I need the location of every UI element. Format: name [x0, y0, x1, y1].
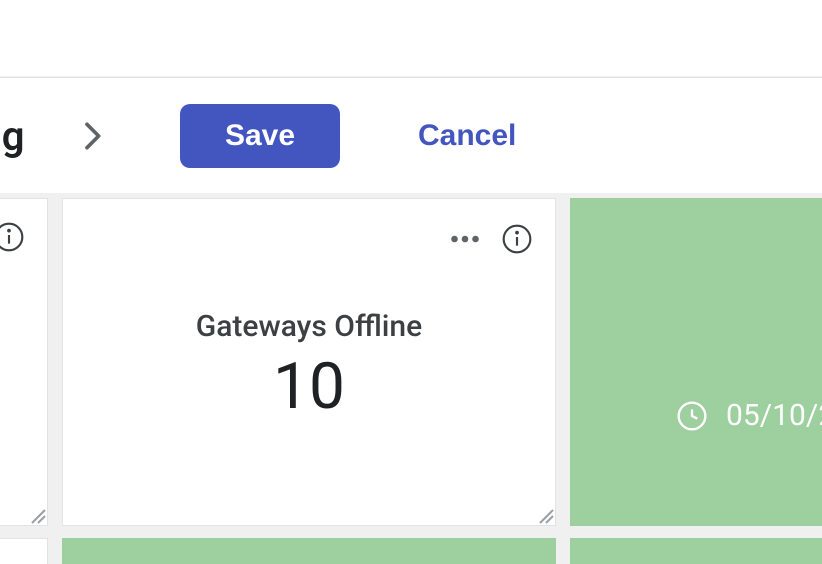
card-gateways-offline[interactable]: Gateways Offline 10	[62, 198, 556, 526]
card-bottom-center-partial[interactable]	[62, 538, 556, 564]
card-value: 10	[63, 349, 555, 424]
dashboard-grid: Gateways Offline 10 Freezer Ter -18.4 05…	[0, 198, 822, 564]
card-freezer-temp[interactable]: Freezer Ter -18.4 05/10/2	[570, 198, 822, 526]
breadcrumb-tail: ing	[0, 112, 24, 159]
more-horizontal-icon[interactable]	[447, 221, 483, 257]
card-title: Gateways Offline	[63, 309, 555, 344]
header-row: ing Save Cancel	[0, 77, 822, 193]
info-icon[interactable]	[501, 223, 533, 255]
card-bottom-left-partial[interactable]	[0, 538, 48, 564]
card-left-partial[interactable]	[0, 198, 48, 526]
resize-handle-icon[interactable]	[28, 506, 46, 524]
card-bottom-right-partial[interactable]	[570, 538, 822, 564]
clock-icon	[676, 400, 708, 432]
card-timestamp-row: 05/10/2	[570, 398, 822, 433]
chevron-right-icon[interactable]	[72, 116, 112, 156]
cancel-button[interactable]: Cancel	[418, 119, 516, 153]
save-button[interactable]: Save	[180, 104, 340, 168]
top-bar	[0, 0, 822, 76]
card-timestamp: 05/10/2	[726, 398, 822, 433]
info-icon[interactable]	[0, 221, 25, 253]
resize-handle-icon[interactable]	[536, 506, 554, 524]
